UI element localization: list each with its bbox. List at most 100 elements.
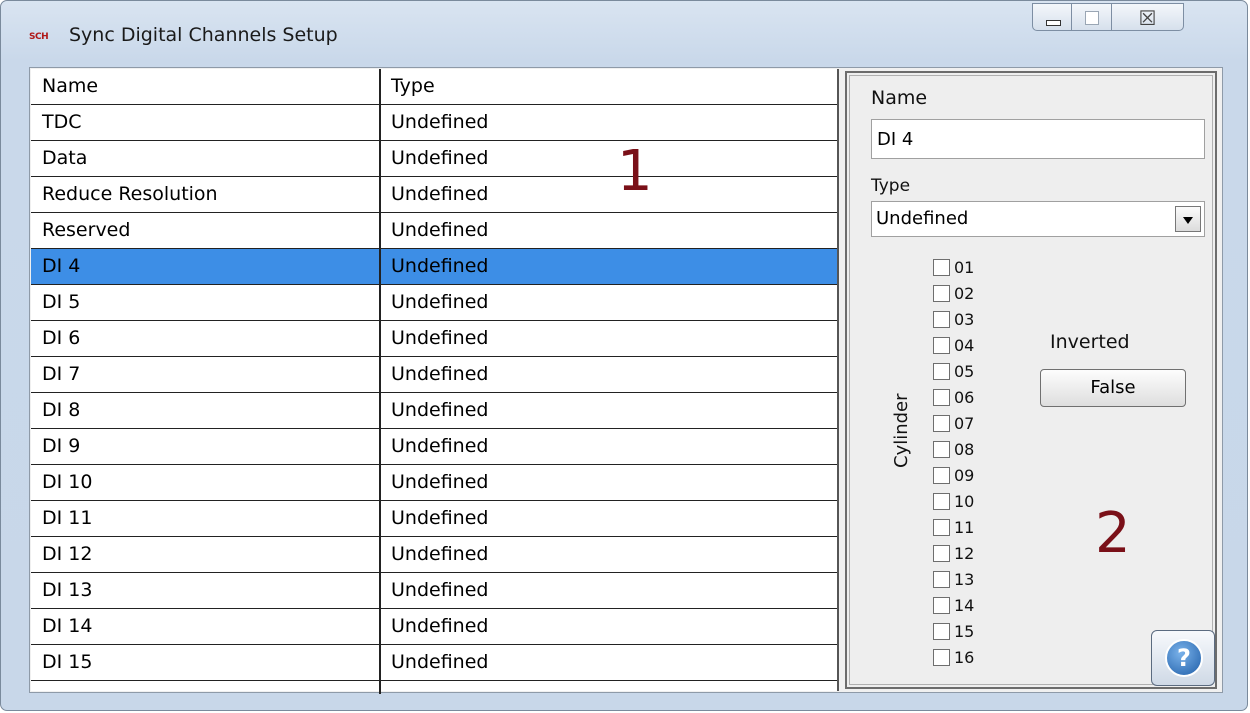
app-window: SCH Sync Digital Channels Setup ☒ Name T… [0,0,1248,711]
table-row[interactable]: Data Undefined [31,141,837,177]
cylinder-checkbox[interactable] [933,649,950,666]
cylinder-checkbox[interactable] [933,493,950,510]
cell-name: DI 5 [42,291,81,313]
cylinder-checkbox[interactable] [933,597,950,614]
cell-type: Undefined [391,147,489,169]
cell-name: TDC [42,111,82,133]
table-row[interactable]: TDC Undefined [31,105,837,141]
table-row[interactable]: DI 10 Undefined [31,465,837,501]
cylinder-label: Cylinder [891,393,912,468]
type-select[interactable]: Undefined [871,201,1205,237]
table-row[interactable]: DI 15 Undefined [31,645,837,681]
channels-table[interactable]: Name Type TDC Undefined Data Undefined Reduc… [31,69,839,694]
cell-name: DI 12 [42,543,93,565]
cylinder-checkbox[interactable] [933,311,950,328]
cylinder-checkbox[interactable] [933,415,950,432]
table-row[interactable]: DI 11 Undefined [31,501,837,537]
cell-name: DI 6 [42,327,81,349]
cylinder-number-label: 14 [954,596,975,615]
cylinder-checkbox[interactable] [933,337,950,354]
cell-name: DI 11 [42,507,93,529]
cylinder-checkbox[interactable] [933,571,950,588]
type-label: Type [871,176,911,196]
cylinder-number-label: 06 [954,388,975,407]
cylinder-number-label: 08 [954,440,975,459]
table-row[interactable]: Reserved Undefined [31,213,837,249]
cell-name: DI 10 [42,471,93,493]
table-row[interactable]: DI 7 Undefined [31,357,837,393]
cell-name: Data [42,147,88,169]
cell-type: Undefined [391,615,489,637]
cylinder-number-label: 10 [954,492,975,511]
maximize-button[interactable] [1072,3,1112,31]
cylinder-checkbox[interactable] [933,441,950,458]
cylinder-number-label: 13 [954,570,975,589]
cell-type: Undefined [391,471,489,493]
cylinder-checkbox[interactable] [933,623,950,640]
cylinder-number-label: 04 [954,336,975,355]
cell-type: Undefined [391,255,489,277]
cell-name: DI 4 [42,255,81,277]
minimize-button[interactable] [1032,3,1072,31]
table-row[interactable]: DI 8 Undefined [31,393,837,429]
cell-type: Undefined [391,363,489,385]
cylinder-number-label: 02 [954,284,975,303]
cell-name: Reserved [42,219,131,241]
table-row[interactable]: DI 13 Undefined [31,573,837,609]
channel-properties-panel: Name DI 4 Type Undefined Cylinder 01 02 03… [845,71,1217,689]
client-area: Name Type TDC Undefined Data Undefined Reduc… [29,67,1223,694]
title-bar[interactable]: SCH Sync Digital Channels Setup ☒ [1,1,1247,63]
cell-type: Undefined [391,219,489,241]
cell-name: DI 15 [42,651,93,673]
type-select-value: Undefined [876,208,969,229]
help-button[interactable]: ? [1151,630,1215,686]
cell-name: DI 13 [42,579,93,601]
table-row[interactable]: DI 4 Undefined [31,249,837,285]
window-controls: ☒ [1032,3,1184,31]
cell-name: DI 8 [42,399,81,421]
table-row[interactable]: Reduce Resolution Undefined [31,177,837,213]
cylinder-number-label: 15 [954,622,975,641]
table-row[interactable]: DI 12 Undefined [31,537,837,573]
close-button[interactable]: ☒ [1112,3,1184,31]
cylinder-checkbox[interactable] [933,467,950,484]
annotation-1: 1 [617,139,653,204]
cylinder-number-label: 05 [954,362,975,381]
header-type[interactable]: Type [391,75,435,97]
cylinder-checkbox[interactable] [933,389,950,406]
cylinder-number-label: 11 [954,518,975,537]
app-logo-icon: SCH [29,32,49,42]
cell-type: Undefined [391,183,489,205]
help-icon: ? [1165,639,1203,677]
annotation-2: 2 [1095,501,1131,566]
table-row[interactable]: DI 6 Undefined [31,321,837,357]
header-name[interactable]: Name [42,75,98,97]
inverted-label: Inverted [1050,331,1130,353]
cylinder-checkbox[interactable] [933,363,950,380]
column-divider[interactable] [379,69,381,694]
cylinder-number-label: 16 [954,648,975,667]
cell-type: Undefined [391,435,489,457]
table-row[interactable]: DI 5 Undefined [31,285,837,321]
cylinder-number-label: 03 [954,310,975,329]
cylinder-checkbox[interactable] [933,519,950,536]
cell-name: DI 9 [42,435,81,457]
cell-type: Undefined [391,291,489,313]
cylinder-checkbox[interactable] [933,545,950,562]
inverted-toggle-button[interactable]: False [1040,369,1186,407]
cell-type: Undefined [391,399,489,421]
window-title: Sync Digital Channels Setup [69,24,338,46]
table-row[interactable]: DI 9 Undefined [31,429,837,465]
cell-type: Undefined [391,327,489,349]
cylinder-number-label: 01 [954,258,975,277]
cylinder-checkbox[interactable] [933,285,950,302]
cell-type: Undefined [391,579,489,601]
table-row[interactable]: DI 14 Undefined [31,609,837,645]
close-icon: ☒ [1138,6,1157,30]
name-label: Name [871,87,928,109]
cylinder-number-label: 12 [954,544,975,563]
cell-name: Reduce Resolution [42,183,218,205]
cylinder-checkbox[interactable] [933,259,950,276]
dropdown-arrow-icon[interactable] [1175,206,1201,232]
name-input[interactable]: DI 4 [871,119,1205,159]
